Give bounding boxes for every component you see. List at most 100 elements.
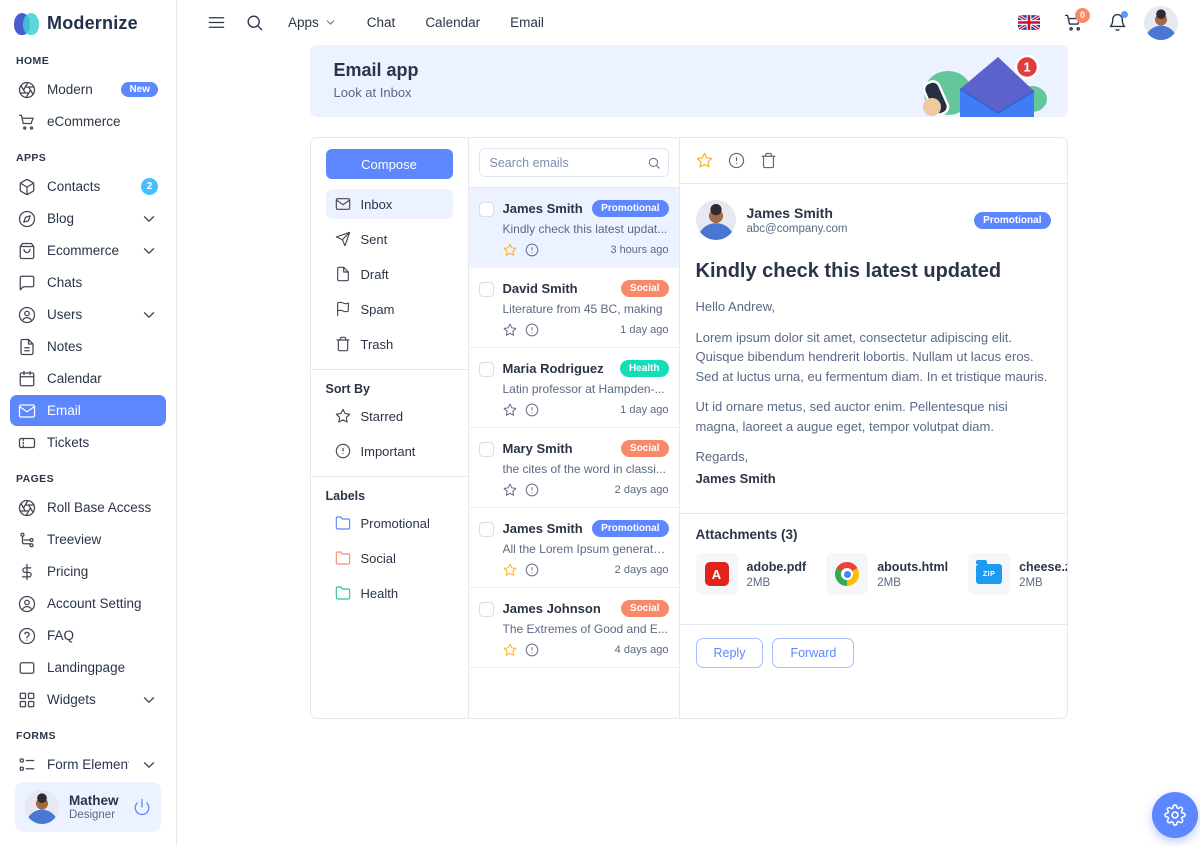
uk-flag-icon: [1018, 15, 1040, 30]
logout-power-icon[interactable]: [133, 798, 151, 816]
label-health[interactable]: Health: [326, 578, 453, 608]
email-checkbox[interactable]: [479, 442, 494, 457]
email-checkbox[interactable]: [479, 522, 494, 537]
email-checkbox[interactable]: [479, 602, 494, 617]
sidebar-item-notes[interactable]: Notes: [10, 331, 166, 362]
notifications-button[interactable]: [1100, 6, 1134, 40]
email-list-item[interactable]: James Johnson Social The Extremes of Goo…: [469, 588, 679, 668]
label-badge: Promotional: [974, 212, 1050, 229]
trash-icon[interactable]: [760, 152, 777, 169]
filter-starred[interactable]: Starred: [326, 401, 453, 431]
sidebar-item-pricing[interactable]: Pricing: [10, 556, 166, 587]
important-icon[interactable]: [525, 243, 539, 257]
star-icon[interactable]: [503, 643, 517, 657]
folder-inbox[interactable]: Inbox: [326, 189, 453, 219]
sidebar-item-calendar[interactable]: Calendar: [10, 363, 166, 394]
reply-button[interactable]: Reply: [696, 638, 764, 668]
sidebar-section-pages: PAGES: [0, 459, 176, 491]
sidebar-item-widgets[interactable]: Widgets: [10, 684, 166, 715]
star-icon[interactable]: [696, 152, 713, 169]
sidebar-item-users[interactable]: Users: [10, 299, 166, 330]
attachment-item[interactable]: adobe.pdf 2MB: [696, 553, 807, 595]
box-icon: [18, 178, 36, 196]
star-icon[interactable]: [503, 403, 517, 417]
email-greeting: Hello Andrew,: [696, 297, 1051, 317]
star-icon[interactable]: [503, 563, 517, 577]
nav-link-calendar[interactable]: Calendar: [412, 15, 493, 30]
sidebar-item-treeview[interactable]: Treeview: [10, 524, 166, 555]
search-emails-input[interactable]: [479, 148, 669, 177]
brand-logo[interactable]: Modernize: [0, 0, 176, 41]
sidebar-item-email[interactable]: Email: [10, 395, 166, 426]
attachment-item[interactable]: abouts.html 2MB: [826, 553, 948, 595]
folder-sent[interactable]: Sent: [326, 224, 453, 254]
sidebar-item-form-elements[interactable]: Form Elements: [10, 749, 166, 780]
profile-avatar-button[interactable]: [1144, 6, 1178, 40]
folder-icon: [335, 585, 351, 601]
mail-list-panel: James Smith Promotional Kindly check thi…: [469, 138, 680, 718]
star-icon[interactable]: [503, 243, 517, 257]
sidebar-item-ecommerce-home[interactable]: eCommerce: [10, 106, 166, 137]
detail-actions: Reply Forward: [680, 624, 1067, 681]
email-checkbox[interactable]: [479, 362, 494, 377]
sidebar-item-chats[interactable]: Chats: [10, 267, 166, 298]
email-body: Hello Andrew, Lorem ipsum dolor sit amet…: [680, 287, 1067, 499]
star-icon[interactable]: [503, 323, 517, 337]
label-social[interactable]: Social: [326, 543, 453, 573]
sidebar-item-roll-base-access[interactable]: Roll Base Access: [10, 492, 166, 523]
sidebar-section-home: HOME: [0, 41, 176, 73]
email-list-item[interactable]: Maria Rodriguez Health Latin professor a…: [469, 348, 679, 428]
forward-button[interactable]: Forward: [772, 638, 854, 668]
attachments-section: Attachments (3) adobe.pdf 2MB: [680, 513, 1067, 610]
contacts-count-badge: 2: [141, 178, 158, 195]
sidebar-item-account-setting[interactable]: Account Setting: [10, 588, 166, 619]
filter-important[interactable]: Important: [326, 436, 453, 466]
divider: [311, 476, 468, 477]
important-icon[interactable]: [728, 152, 745, 169]
email-list-item[interactable]: David Smith Social Literature from 45 BC…: [469, 268, 679, 348]
nav-link-chat[interactable]: Chat: [354, 15, 409, 30]
email-checkbox[interactable]: [479, 202, 494, 217]
label-badge: Social: [621, 280, 668, 297]
important-icon[interactable]: [525, 323, 539, 337]
alert-circle-icon: [335, 443, 351, 459]
sidebar-item-contacts[interactable]: Contacts 2: [10, 171, 166, 202]
email-list-item[interactable]: Mary Smith Social the cites of the word …: [469, 428, 679, 508]
chevron-down-icon: [140, 242, 158, 260]
email-list-item[interactable]: James Smith Promotional Kindly check thi…: [469, 188, 679, 268]
compose-button[interactable]: Compose: [326, 149, 453, 179]
folder-draft[interactable]: Draft: [326, 259, 453, 289]
gear-icon: [1164, 804, 1186, 826]
label-badge: Social: [621, 440, 668, 457]
important-icon[interactable]: [525, 563, 539, 577]
folder-spam[interactable]: Spam: [326, 294, 453, 324]
important-icon[interactable]: [525, 403, 539, 417]
label-promotional[interactable]: Promotional: [326, 508, 453, 538]
sidebar-item-faq[interactable]: FAQ: [10, 620, 166, 651]
attachment-item[interactable]: cheese.zip 2MB: [968, 553, 1066, 595]
email-app-card: Compose Inbox Sent Draft: [310, 137, 1068, 719]
search-button[interactable]: [237, 6, 271, 40]
sidebar-item-blog[interactable]: Blog: [10, 203, 166, 234]
sidebar-item-ecommerce-app[interactable]: Ecommerce: [10, 235, 166, 266]
sidebar-toggle-button[interactable]: [199, 6, 233, 40]
mail-search: [469, 138, 679, 188]
cart-button[interactable]: 0: [1056, 6, 1090, 40]
important-icon[interactable]: [525, 483, 539, 497]
email-time: 2 days ago: [615, 564, 669, 576]
labels-heading: Labels: [326, 489, 453, 503]
settings-fab-button[interactable]: [1152, 792, 1198, 838]
hamburger-icon: [207, 13, 226, 32]
nav-link-email[interactable]: Email: [497, 15, 557, 30]
star-icon[interactable]: [503, 483, 517, 497]
nav-link-apps[interactable]: Apps: [275, 15, 350, 30]
language-button[interactable]: [1012, 6, 1046, 40]
important-icon[interactable]: [525, 643, 539, 657]
email-list-item[interactable]: James Smith Promotional All the Lorem Ip…: [469, 508, 679, 588]
sidebar-item-tickets[interactable]: Tickets: [10, 427, 166, 458]
sidebar-item-modern[interactable]: Modern New: [10, 74, 166, 105]
chevron-down-icon: [140, 691, 158, 709]
email-checkbox[interactable]: [479, 282, 494, 297]
folder-trash[interactable]: Trash: [326, 329, 453, 359]
sidebar-item-landingpage[interactable]: Landingpage: [10, 652, 166, 683]
